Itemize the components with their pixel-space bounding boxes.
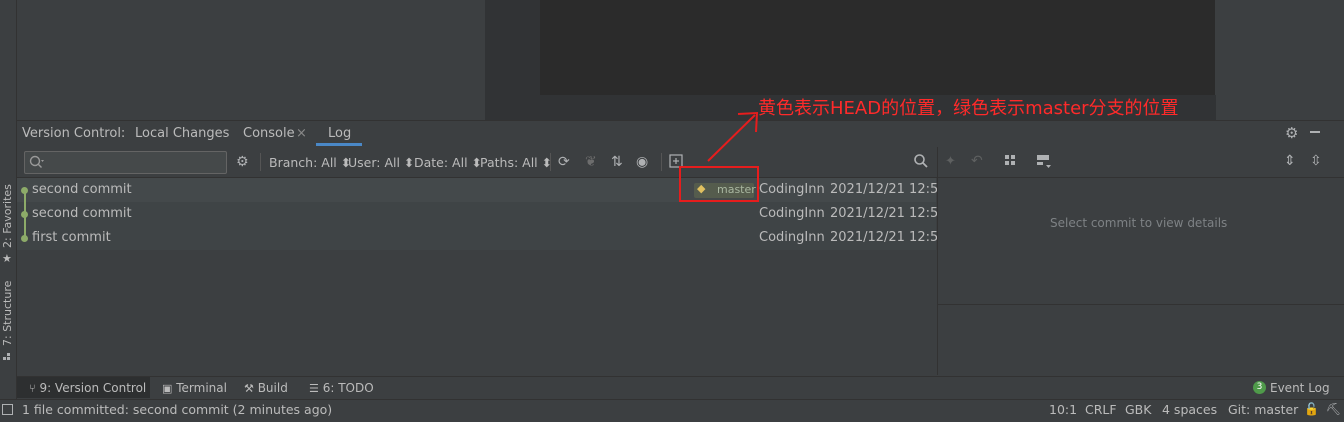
search-input[interactable] [24,151,227,174]
line-separator[interactable]: CRLF [1085,402,1117,417]
commit-author: CodingInn [759,182,825,197]
tab-console-close-icon[interactable]: × [296,126,307,141]
user-filter[interactable]: User: All ⬍ [348,155,414,170]
structure-tab[interactable]: 7: Structure [1,281,14,346]
tab-todo[interactable]: ☰ 6: TODO [309,381,374,395]
pin-icon[interactable]: ✦ [945,154,956,169]
tab-local-changes[interactable]: Local Changes [135,126,229,141]
refresh-icon[interactable]: ⟳ [558,154,570,170]
collapse-all-icon[interactable]: ⇳ [1310,153,1322,169]
commit-date: 2021/12/21 12:52 [830,206,947,221]
gear-icon[interactable]: ⚙ [1285,124,1298,142]
commit-message: second commit [32,206,132,221]
terminal-icon: ▣ [162,382,173,395]
minimize-icon[interactable] [1310,131,1320,133]
details-divider [938,304,1344,305]
status-message: 1 file committed: second commit (2 minut… [22,402,333,417]
editor-right-area [1216,0,1344,120]
toggle-tool-windows-icon[interactable] [2,404,13,415]
tab-event-log[interactable]: Event Log [1270,381,1330,395]
hammer-icon: ⚒ [244,382,254,395]
tool-window-title: Version Control: [22,126,126,141]
commit-graph-node [21,187,28,194]
commit-date: 2021/12/21 12:53 [830,182,947,197]
commit-graph-node [21,211,28,218]
commit-message: first commit [32,230,111,245]
tab-version-control[interactable]: ⑂ 9: Version Control [29,381,146,395]
expand-all-icon[interactable]: ⇕ [1284,153,1296,169]
lock-icon[interactable]: 🔓 [1304,402,1319,416]
file-encoding[interactable]: GBK [1125,402,1151,417]
inspector-icon[interactable]: ⛏ [1326,402,1341,416]
list-icon: ☰ [309,382,319,395]
details-empty-text: Select commit to view details [1050,216,1228,230]
commit-author: CodingInn [759,206,825,221]
active-tab-indicator [316,143,362,146]
search-icon [29,155,44,168]
vcs-branch[interactable]: Git: master [1228,402,1298,417]
editor-empty-area [17,0,484,120]
commit-details-panel [937,147,1344,375]
favorites-tab[interactable]: 2: Favorites [1,184,14,248]
eye-icon[interactable]: ◉ [636,154,648,170]
separator [550,153,551,171]
tool-window-header: Version Control: Local Changes Console ×… [17,120,1344,147]
tab-build[interactable]: ⚒ Build [244,381,288,395]
annotation-text: 黄色表示HEAD的位置，绿色表示master分支的位置 [758,98,1179,119]
branch-filter[interactable]: Branch: All ⬍ [269,155,351,170]
editor-gutter [485,0,541,95]
structure-icon [3,350,11,360]
annotation-highlight-box [679,166,759,202]
star-icon: ★ [2,252,12,265]
layout-icon[interactable] [1037,155,1053,169]
indent-setting[interactable]: 4 spaces [1162,402,1217,417]
commit-author: CodingInn [759,230,825,245]
cherry-pick-icon[interactable]: ❦ [585,154,597,170]
settings-gear-icon[interactable]: ⚙ [236,154,249,170]
search-log-icon[interactable] [913,153,929,169]
tab-console[interactable]: Console [243,126,295,141]
sort-icon[interactable]: ⇅ [611,154,623,170]
details-toolbar: ✦ ↶ ⇕ ⇳ [937,147,1344,178]
left-tool-strip: 2: Favorites ★ 7: Structure [0,0,17,400]
commit-graph-node [21,235,28,242]
undo-icon[interactable]: ↶ [971,153,983,169]
separator [260,153,261,171]
branch-icon: ⑂ [29,382,36,395]
paths-filter[interactable]: Paths: All ⬍ [480,155,552,170]
event-log-badge: 3 [1253,381,1266,394]
tab-log[interactable]: Log [328,126,351,141]
date-filter[interactable]: Date: All ⬍ [414,155,482,170]
commit-date: 2021/12/21 12:50 [830,230,947,245]
commit-message: second commit [32,182,132,197]
separator [661,153,662,171]
editor-code-area[interactable] [541,0,1215,95]
group-icon[interactable] [1005,155,1019,169]
tab-terminal[interactable]: ▣ Terminal [162,381,227,395]
cursor-position[interactable]: 10:1 [1049,402,1077,417]
